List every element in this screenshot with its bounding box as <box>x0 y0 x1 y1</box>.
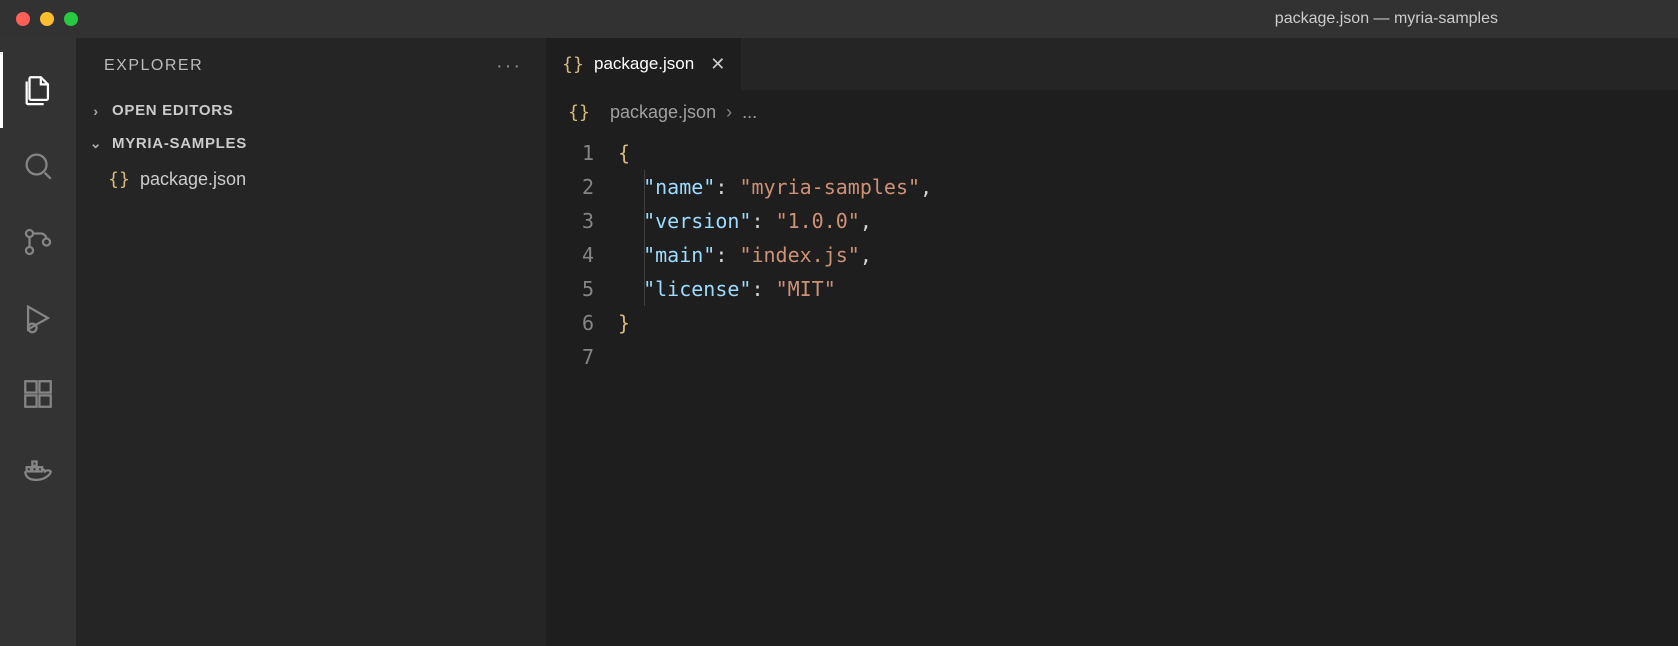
chevron-down-icon: ⌄ <box>88 135 104 152</box>
activity-run-debug[interactable] <box>0 280 76 356</box>
files-icon <box>21 73 55 107</box>
activity-explorer[interactable] <box>0 52 76 128</box>
breadcrumb-file: package.json <box>610 102 716 123</box>
line-number-gutter: 1234567 <box>546 136 618 646</box>
editor-tabs: {} package.json ✕ <box>546 38 1678 90</box>
chevron-right-icon: › <box>726 102 732 123</box>
file-item-package-json[interactable]: {} package.json <box>76 162 546 196</box>
sidebar-more-actions[interactable]: ··· <box>496 55 522 78</box>
activity-docker[interactable] <box>0 432 76 508</box>
braces-icon: {} <box>568 101 590 123</box>
code-line[interactable]: } <box>618 306 1678 340</box>
section-workspace[interactable]: ⌄ MYRIA-SAMPLES <box>76 127 546 160</box>
run-debug-icon <box>21 301 55 335</box>
line-number: 4 <box>546 238 594 272</box>
activity-source-control[interactable] <box>0 204 76 280</box>
sidebar-header: EXPLORER ··· <box>76 38 546 94</box>
window-controls <box>16 12 78 26</box>
code-editor[interactable]: 1234567 { "name": "myria-samples", "vers… <box>546 134 1678 646</box>
docker-icon <box>21 453 55 487</box>
minimize-window-button[interactable] <box>40 12 54 26</box>
main-area: EXPLORER ··· › OPEN EDITORS ⌄ MYRIA-SAMP… <box>0 38 1678 646</box>
braces-icon: {} <box>108 168 130 190</box>
tab-package-json[interactable]: {} package.json ✕ <box>546 38 741 90</box>
line-number: 6 <box>546 306 594 340</box>
activity-extensions[interactable] <box>0 356 76 432</box>
maximize-window-button[interactable] <box>64 12 78 26</box>
sidebar: EXPLORER ··· › OPEN EDITORS ⌄ MYRIA-SAMP… <box>76 38 546 646</box>
code-line[interactable]: "version": "1.0.0", <box>618 204 1678 238</box>
code-content[interactable]: { "name": "myria-samples", "version": "1… <box>618 136 1678 646</box>
code-line[interactable]: "license": "MIT" <box>618 272 1678 306</box>
line-number: 3 <box>546 204 594 238</box>
activity-search[interactable] <box>0 128 76 204</box>
sidebar-title: EXPLORER <box>104 57 203 75</box>
search-icon <box>21 149 55 183</box>
code-line[interactable]: "name": "myria-samples", <box>618 170 1678 204</box>
window-title: package.json — myria-samples <box>0 10 1678 28</box>
line-number: 1 <box>546 136 594 170</box>
source-control-icon <box>21 225 55 259</box>
section-workspace-label: MYRIA-SAMPLES <box>112 135 247 152</box>
file-tree: {} package.json <box>76 160 546 198</box>
editor-area: {} package.json ✕ {} package.json › ... … <box>546 38 1678 646</box>
braces-icon: {} <box>562 53 584 75</box>
extensions-icon <box>21 377 55 411</box>
close-window-button[interactable] <box>16 12 30 26</box>
breadcrumb-tail: ... <box>742 102 757 123</box>
code-line[interactable]: "main": "index.js", <box>618 238 1678 272</box>
chevron-right-icon: › <box>88 103 104 119</box>
tab-label: package.json <box>594 54 694 74</box>
code-line[interactable]: { <box>618 136 1678 170</box>
line-number: 5 <box>546 272 594 306</box>
activity-bar <box>0 38 76 646</box>
section-open-editors-label: OPEN EDITORS <box>112 102 233 119</box>
close-tab-button[interactable]: ✕ <box>710 54 725 75</box>
line-number: 2 <box>546 170 594 204</box>
breadcrumbs[interactable]: {} package.json › ... <box>546 90 1678 134</box>
line-number: 7 <box>546 340 594 374</box>
section-open-editors[interactable]: › OPEN EDITORS <box>76 94 546 127</box>
file-name: package.json <box>140 169 246 190</box>
titlebar: package.json — myria-samples <box>0 0 1678 38</box>
